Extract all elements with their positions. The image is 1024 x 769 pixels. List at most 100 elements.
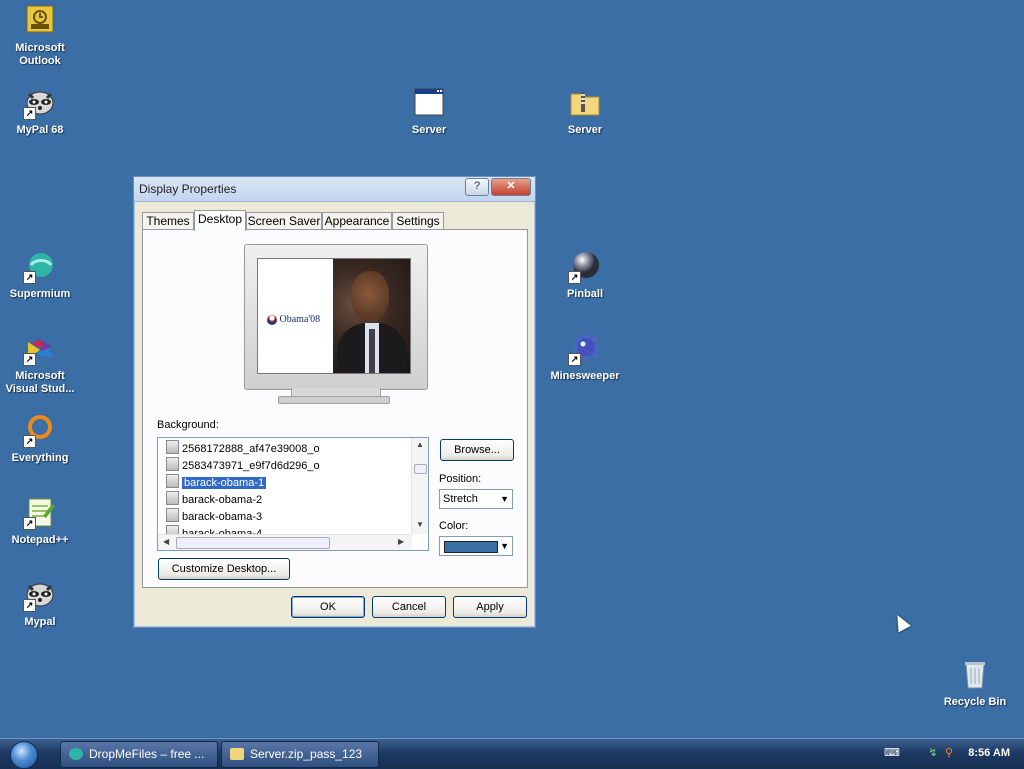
- window-icon: [412, 86, 446, 120]
- desktop-icon-mypal[interactable]: ↗ Mypal: [0, 578, 80, 629]
- ok-button[interactable]: OK: [291, 596, 365, 618]
- shortcut-arrow-icon: ↗: [568, 353, 581, 366]
- list-item-label: barack-obama-3: [182, 511, 263, 523]
- visual-studio-icon: ↗: [23, 332, 57, 366]
- obama-logo: Obama'08: [267, 314, 320, 325]
- desktop-icon-notepadpp[interactable]: ↗ Notepad++: [0, 496, 80, 547]
- desktop-icon-label: Everything: [11, 452, 69, 464]
- browse-button[interactable]: Browse...: [440, 439, 514, 461]
- desktop-icon-label: Server: [567, 124, 603, 136]
- taskbar-item-label: DropMeFiles – free ...: [89, 747, 205, 761]
- recycle-bin-icon: [958, 658, 992, 692]
- cancel-button[interactable]: Cancel: [372, 596, 446, 618]
- desktop-icon-label: Supermium: [9, 288, 71, 300]
- image-file-icon: [166, 474, 179, 488]
- desktop-icon-label: Server: [411, 124, 447, 136]
- display-properties-dialog: Display Properties ? ✕ Themes Desktop Sc…: [133, 176, 536, 628]
- campaign-logo-icon: [267, 314, 277, 325]
- scroll-right-arrow-icon[interactable]: ▶: [398, 537, 404, 546]
- shortcut-arrow-icon: ↗: [23, 435, 36, 448]
- help-button[interactable]: ?: [465, 178, 489, 196]
- tab-settings[interactable]: Settings: [392, 212, 444, 230]
- tab-screen-saver[interactable]: Screen Saver: [246, 212, 322, 230]
- minesweeper-icon: ↗: [568, 332, 602, 366]
- horizontal-scrollbar[interactable]: ◀ ▶: [158, 534, 412, 550]
- tab-desktop[interactable]: Desktop: [194, 210, 246, 231]
- preview-logo-area: Obama'08: [258, 259, 333, 373]
- start-button[interactable]: [10, 741, 38, 769]
- position-label: Position:: [439, 473, 482, 485]
- everything-icon: ↗: [23, 414, 57, 448]
- taskbar-item-dropmefiles[interactable]: DropMeFiles – free ...: [60, 741, 218, 768]
- customize-desktop-button[interactable]: Customize Desktop...: [158, 558, 290, 580]
- clock[interactable]: 8:56 AM: [968, 747, 1010, 759]
- network-icon[interactable]: ↯: [926, 747, 940, 759]
- list-item[interactable]: 2583473971_e9f7d6d296_o: [166, 457, 320, 472]
- shortcut-arrow-icon: ↗: [23, 107, 36, 120]
- image-file-icon: [166, 457, 179, 471]
- position-select[interactable]: Stretch ▼: [439, 489, 513, 509]
- vertical-scrollbar[interactable]: ▲ ▼: [411, 438, 428, 534]
- monitor-preview: Obama'08: [244, 244, 428, 390]
- desktop-icon-server-window[interactable]: Server: [389, 86, 469, 137]
- logo-text: Obama'08: [279, 314, 321, 325]
- raccoon-icon: ↗: [23, 86, 57, 120]
- shortcut-arrow-icon: ↗: [23, 517, 36, 530]
- list-item-label: barack-obama-1: [180, 476, 268, 490]
- apply-button[interactable]: Apply: [453, 596, 527, 618]
- desktop-icon-label: Mypal: [24, 616, 56, 628]
- preview-face: [351, 271, 389, 321]
- list-item-label: 2583473971_e9f7d6d296_o: [182, 460, 320, 472]
- list-item[interactable]: barack-obama-2: [166, 491, 262, 506]
- desktop-icon-supermium[interactable]: ↗ Supermium: [0, 250, 80, 301]
- keyboard-icon[interactable]: ⌨: [884, 747, 900, 759]
- position-value: Stretch: [443, 493, 478, 505]
- desktop-icon-everything[interactable]: ↗ Everything: [0, 414, 80, 465]
- supermium-icon: [69, 748, 83, 760]
- scroll-left-arrow-icon[interactable]: ◀: [163, 537, 169, 546]
- shortcut-arrow-icon: ↗: [23, 271, 36, 284]
- list-item-selected[interactable]: barack-obama-1: [166, 474, 268, 490]
- close-button[interactable]: ✕: [491, 178, 531, 196]
- color-picker-button[interactable]: ▼: [439, 536, 513, 556]
- preview-tie: [369, 329, 375, 373]
- tab-appearance[interactable]: Appearance: [322, 212, 392, 230]
- taskbar: DropMeFiles – free ... Server.zip_pass_1…: [0, 738, 1024, 769]
- background-label: Background:: [157, 419, 219, 431]
- zip-folder-icon: [568, 86, 602, 120]
- outlook-icon: [23, 4, 57, 38]
- vertical-scroll-thumb[interactable]: [414, 464, 427, 474]
- desktop-icon-label: Microsoft Visual Stud...: [5, 370, 75, 395]
- chevron-down-icon: ▼: [500, 541, 509, 551]
- taskbar-item-label: Server.zip_pass_123: [250, 747, 363, 761]
- horizontal-scroll-thumb[interactable]: [176, 537, 330, 549]
- tab-themes[interactable]: Themes: [142, 212, 194, 230]
- color-label: Color:: [439, 520, 469, 532]
- desktop-icon-visual-studio[interactable]: ↗ Microsoft Visual Stud...: [0, 332, 80, 396]
- desktop-icon-server-zip[interactable]: Server: [545, 86, 625, 137]
- shortcut-arrow-icon: ↗: [23, 599, 36, 612]
- scroll-up-arrow-icon[interactable]: ▲: [416, 440, 424, 449]
- desktop-icon-pinball[interactable]: ↗ Pinball: [545, 250, 625, 301]
- background-listbox[interactable]: 2568172888_af47e39008_o 2583473971_e9f7d…: [157, 437, 429, 551]
- dialog-titlebar[interactable]: Display Properties ? ✕: [134, 177, 535, 202]
- list-item[interactable]: 2568172888_af47e39008_o: [166, 440, 320, 455]
- desktop-icon-minesweeper[interactable]: ↗ Minesweeper: [545, 332, 625, 383]
- desktop-icon-recycle-bin[interactable]: Recycle Bin: [935, 658, 1015, 709]
- list-item[interactable]: barack-obama-3: [166, 508, 262, 523]
- wallpaper-preview: Obama'08: [257, 258, 411, 374]
- scroll-down-arrow-icon[interactable]: ▼: [416, 520, 424, 529]
- pinball-icon: ↗: [568, 250, 602, 284]
- desktop-icon-label: Pinball: [566, 288, 604, 300]
- shortcut-arrow-icon: ↗: [23, 353, 36, 366]
- monitor-base: [278, 396, 390, 404]
- desktop-icon-mypal-68[interactable]: ↗ MyPal 68: [0, 86, 80, 137]
- desktop: { "desktop": { "background_color": "#3a6…: [0, 0, 1024, 769]
- search-icon[interactable]: ⚲: [942, 747, 956, 759]
- desktop-icon-outlook[interactable]: Microsoft Outlook: [0, 4, 80, 68]
- system-tray: ⌨ ↯ ⚲ 8:56 AM: [864, 739, 1024, 769]
- taskbar-item-server-zip[interactable]: Server.zip_pass_123: [221, 741, 379, 768]
- list-item-label: 2568172888_af47e39008_o: [182, 443, 320, 455]
- raccoon-icon: ↗: [23, 578, 57, 612]
- chevron-down-icon: ▼: [500, 494, 509, 504]
